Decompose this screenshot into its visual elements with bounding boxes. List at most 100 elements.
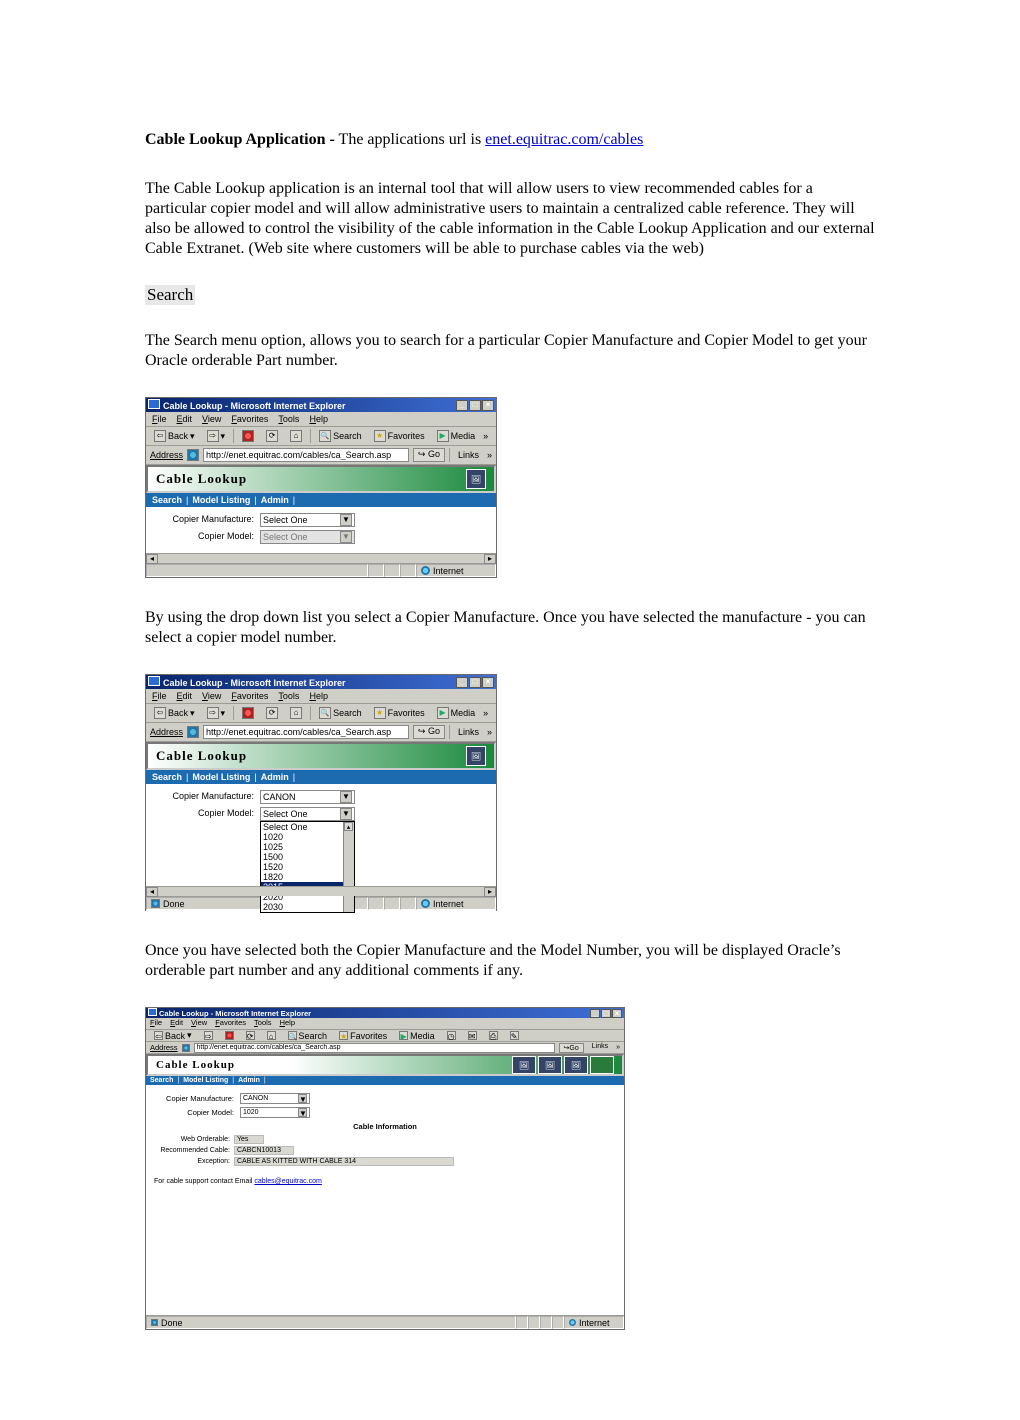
option[interactable]: 1520	[261, 862, 354, 872]
close-button[interactable]: ×	[612, 1009, 622, 1018]
toolbar-overflow-icon[interactable]: »	[483, 431, 488, 441]
menu-view[interactable]: View	[202, 414, 221, 424]
search-button[interactable]: Search	[315, 428, 366, 444]
nav-admin[interactable]: Admin	[261, 495, 289, 505]
favorites-button[interactable]: Favorites	[370, 428, 429, 444]
media-button[interactable]: Media	[433, 705, 480, 721]
stop-button[interactable]	[238, 428, 258, 444]
close-button[interactable]: ×	[482, 400, 494, 411]
status-text	[146, 564, 368, 577]
refresh-button[interactable]	[242, 1028, 259, 1044]
nav-admin[interactable]: Admin	[238, 1077, 260, 1084]
nav-model-listing[interactable]: Model Listing	[192, 495, 250, 505]
select-manufacture[interactable]: Select One▼	[260, 513, 355, 527]
search-button[interactable]: Search	[315, 705, 366, 721]
home-button[interactable]	[286, 705, 306, 721]
stop-button[interactable]	[221, 1028, 238, 1044]
media-button[interactable]: Media	[395, 1028, 439, 1044]
favorites-button[interactable]: Favorites	[335, 1028, 391, 1044]
nav-model-listing[interactable]: Model Listing	[192, 772, 250, 782]
home-button[interactable]	[286, 428, 306, 444]
menu-help[interactable]: Help	[309, 691, 328, 701]
scroll-up-icon[interactable]: ▴	[344, 822, 353, 831]
support-email-link[interactable]: cables@equitrac.com	[254, 1178, 321, 1185]
menu-file[interactable]: File	[152, 691, 167, 701]
go-button[interactable]: ↪ Go	[413, 725, 445, 739]
nav-model-listing[interactable]: Model Listing	[183, 1077, 228, 1084]
forward-button[interactable]: ▾	[203, 705, 230, 721]
edit-button[interactable]: ✎	[506, 1028, 523, 1044]
scroll-right-icon[interactable]: ▸	[484, 887, 496, 897]
media-button[interactable]: Media	[433, 428, 480, 444]
go-button[interactable]: ↪Go	[559, 1043, 584, 1053]
links-button[interactable]: Links	[588, 1043, 612, 1053]
minimize-button[interactable]: _	[456, 677, 468, 688]
back-button[interactable]: Back▾	[150, 705, 199, 721]
minimize-button[interactable]: _	[456, 400, 468, 411]
print-button[interactable]: ⎙	[485, 1028, 502, 1044]
scroll-left-icon[interactable]: ◂	[146, 887, 158, 897]
search-icon	[319, 430, 331, 442]
search-button[interactable]: Search	[284, 1028, 332, 1044]
menu-tools[interactable]: Tools	[278, 691, 299, 701]
forward-button[interactable]	[200, 1028, 217, 1044]
scroll-right-icon[interactable]: ▸	[484, 554, 496, 564]
menu-edit[interactable]: Edit	[177, 414, 193, 424]
address-input[interactable]	[194, 1043, 555, 1053]
nav-admin[interactable]: Admin	[261, 772, 289, 782]
forward-icon	[207, 707, 219, 719]
horizontal-scrollbar[interactable]: ◂ ▸	[146, 886, 496, 896]
select-model[interactable]: Select One▼	[260, 807, 355, 821]
nav-search[interactable]: Search	[152, 772, 182, 782]
links-button[interactable]: Links	[454, 727, 483, 737]
home-button[interactable]	[263, 1028, 280, 1044]
maximize-button[interactable]: □	[601, 1009, 611, 1018]
option[interactable]: Select One	[261, 822, 354, 832]
go-button[interactable]: ↪ Go	[413, 448, 445, 462]
nav-search[interactable]: Search	[150, 1077, 173, 1084]
menu-edit[interactable]: Edit	[177, 691, 193, 701]
select-model[interactable]: 1020▼	[240, 1107, 310, 1118]
menu-tools[interactable]: Tools	[278, 414, 299, 424]
back-button[interactable]: Back▾	[150, 1028, 196, 1044]
option[interactable]: 2030	[261, 902, 354, 912]
minimize-button[interactable]: _	[590, 1009, 600, 1018]
links-overflow-icon[interactable]: »	[487, 450, 492, 460]
back-button[interactable]: Back▾	[150, 428, 199, 444]
select-manufacture[interactable]: CANON▼	[240, 1093, 310, 1104]
menu-file[interactable]: File	[152, 414, 167, 424]
address-input[interactable]	[203, 448, 409, 462]
favorites-button[interactable]: Favorites	[370, 705, 429, 721]
select-manufacture[interactable]: CANON▼	[260, 790, 355, 804]
toolbar-overflow-icon[interactable]: »	[483, 708, 488, 718]
scroll-left-icon[interactable]: ◂	[146, 554, 158, 564]
close-button[interactable]: ×	[482, 677, 494, 688]
menu-favorites[interactable]: Favorites	[231, 414, 268, 424]
maximize-button[interactable]: □	[469, 677, 481, 688]
option[interactable]: 1820	[261, 872, 354, 882]
maximize-button[interactable]: □	[469, 400, 481, 411]
mail-button[interactable]: ✉	[464, 1028, 481, 1044]
label-model: Copier Model:	[154, 530, 254, 541]
search-icon	[288, 1031, 297, 1040]
address-input[interactable]	[203, 725, 409, 739]
history-button[interactable]: ◷	[443, 1028, 460, 1044]
screenshot-cable-info: Cable Lookup - Microsoft Internet Explor…	[145, 1007, 625, 1330]
app-url-link[interactable]: enet.equitrac.com/cables	[485, 131, 643, 148]
refresh-button[interactable]	[262, 428, 282, 444]
option[interactable]: 1025	[261, 842, 354, 852]
menu-help[interactable]: Help	[309, 414, 328, 424]
option[interactable]: 1500	[261, 852, 354, 862]
stop-button[interactable]	[238, 705, 258, 721]
nav-search[interactable]: Search	[152, 495, 182, 505]
links-button[interactable]: Links	[454, 450, 483, 460]
links-overflow-icon[interactable]: »	[616, 1044, 620, 1051]
refresh-button[interactable]	[262, 705, 282, 721]
option[interactable]: 1020	[261, 832, 354, 842]
menu-favorites[interactable]: Favorites	[231, 691, 268, 701]
horizontal-scrollbar[interactable]: ◂ ▸	[146, 553, 496, 563]
links-overflow-icon[interactable]: »	[487, 727, 492, 737]
menu-view[interactable]: View	[202, 691, 221, 701]
model-dropdown-list[interactable]: Select One 1020 1025 1500 1520 1820 2015…	[260, 821, 355, 913]
forward-button[interactable]: ▾	[203, 428, 230, 444]
